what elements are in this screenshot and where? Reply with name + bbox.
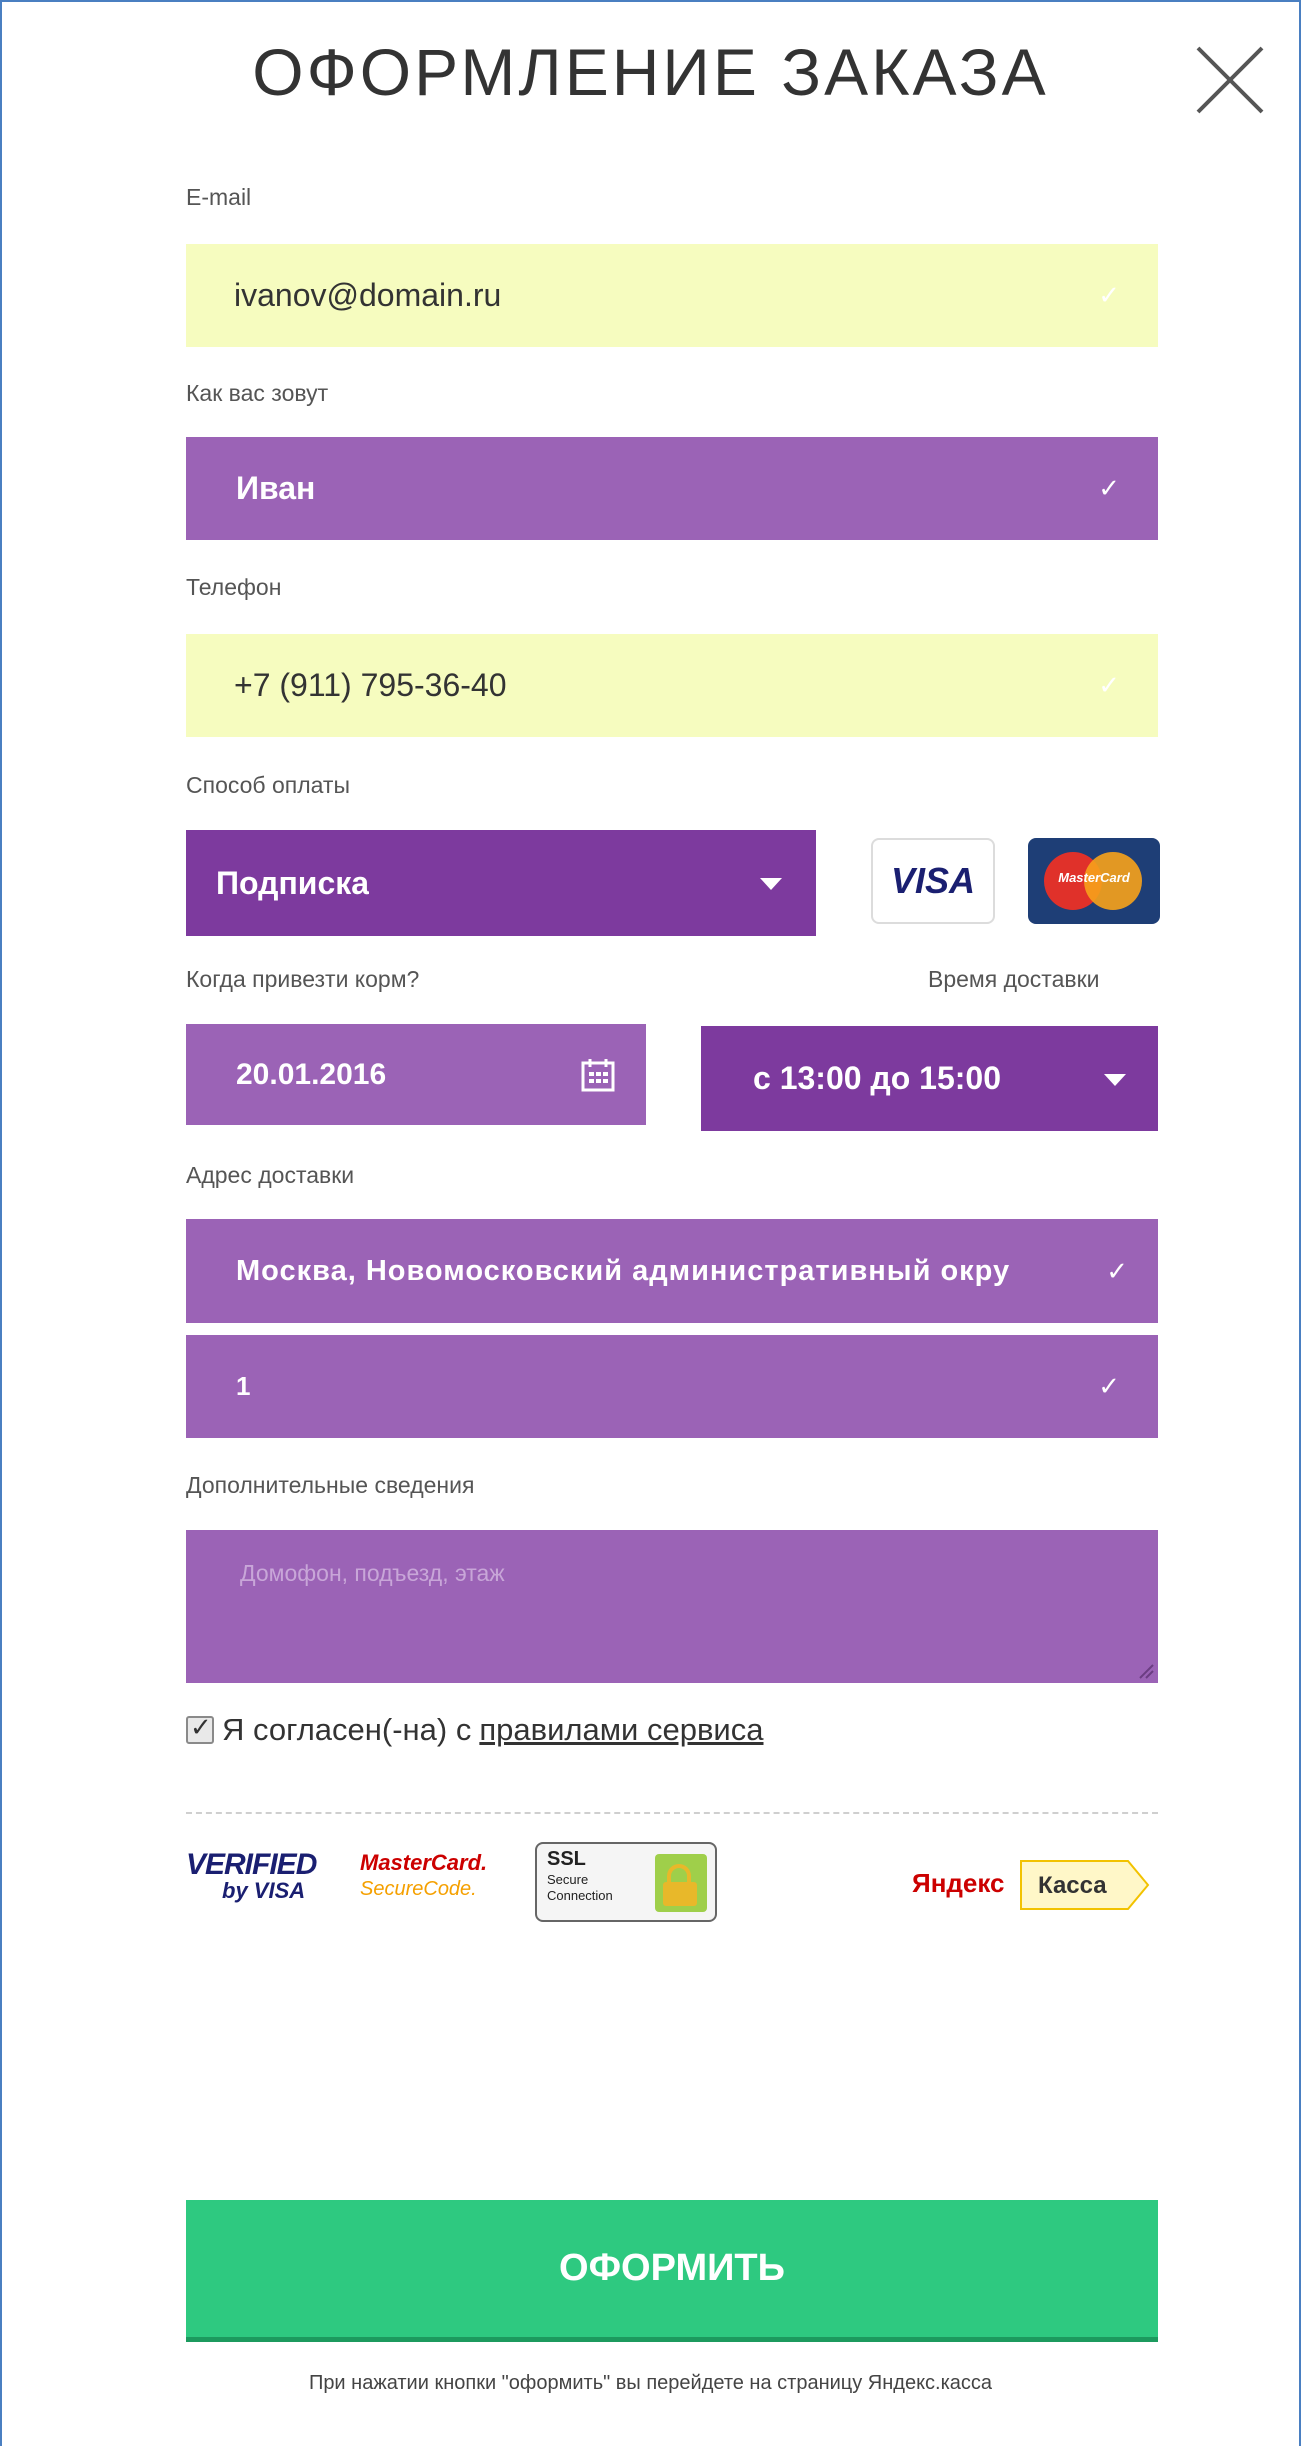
payment-label: Способ оплаты: [186, 772, 350, 798]
agreement-row: ✓ Я согласен(-на) с правилами сервиса: [186, 1712, 764, 1748]
time-select[interactable]: с 13:00 до 15:00: [701, 1026, 1158, 1131]
yandex-kassa-logo: Яндекс Касса: [912, 1858, 1152, 1912]
divider: [186, 1812, 1158, 1814]
name-field[interactable]: Иван ✓: [186, 437, 1158, 540]
mastercard-logo: MasterCard: [1028, 838, 1160, 924]
check-icon: ✓: [1098, 473, 1120, 503]
payment-value: Подписка: [216, 864, 370, 901]
payment-select[interactable]: Подписка: [186, 830, 816, 936]
submit-order-button[interactable]: ОФОРМИТЬ: [186, 2200, 1158, 2342]
verified-by-visa-logo: VERIFIED by VISA: [186, 1848, 317, 1903]
notes-placeholder: Домофон, подъезд, этаж: [240, 1560, 505, 1586]
name-value: Иван: [236, 470, 316, 506]
check-icon: ✓: [190, 1712, 212, 1742]
check-icon: ✓: [1098, 280, 1120, 310]
agreement-checkbox[interactable]: ✓: [186, 1712, 214, 1744]
modal-border-left: [0, 0, 2, 2446]
address-extra-field[interactable]: 1 ✓: [186, 1335, 1158, 1438]
chevron-down-icon: [760, 878, 782, 890]
padlock-icon: [655, 1854, 707, 1912]
name-label: Как вас зовут: [186, 380, 329, 406]
email-field[interactable]: ivanov@domain.ru ✓: [186, 244, 1158, 347]
close-icon[interactable]: [1190, 40, 1270, 120]
email-value: ivanov@domain.ru: [234, 277, 502, 313]
address-field[interactable]: Москва, Новомосковский административный …: [186, 1219, 1158, 1323]
chevron-down-icon: [1104, 1074, 1126, 1086]
check-icon: ✓: [1098, 1371, 1120, 1401]
check-icon: ✓: [1106, 1255, 1128, 1286]
visa-logo: VISA: [871, 838, 995, 924]
date-label: Когда привезти корм?: [186, 966, 420, 992]
agreement-text: Я согласен(-на) с: [222, 1712, 472, 1747]
address-extra-value: 1: [236, 1371, 251, 1401]
phone-label: Телефон: [186, 574, 282, 600]
calendar-icon[interactable]: [581, 1058, 615, 1092]
phone-value: +7 (911) 795-36-40: [234, 667, 507, 703]
resize-handle-icon[interactable]: [1136, 1661, 1154, 1679]
address-label: Адрес доставки: [186, 1162, 355, 1188]
email-label: E-mail: [186, 184, 252, 210]
mastercard-securecode-logo: MasterCard. SecureCode.: [360, 1850, 488, 1900]
time-label: Время доставки: [928, 966, 1100, 992]
check-icon: ✓: [1098, 670, 1120, 700]
notes-textarea[interactable]: Домофон, подъезд, этаж: [186, 1530, 1158, 1683]
order-modal: ОФОРМЛЕНИЕ ЗАКАЗА E-mail ivanov@domain.r…: [0, 0, 1301, 2446]
terms-link[interactable]: правилами сервиса: [479, 1712, 763, 1748]
footnote: При нажатии кнопки "оформить" вы перейде…: [308, 2372, 993, 2394]
modal-title: ОФОРМЛЕНИЕ ЗАКАЗА: [252, 35, 1049, 109]
time-value: с 13:00 до 15:00: [753, 1060, 1002, 1096]
address-value: Москва, Новомосковский административный …: [236, 1254, 1011, 1287]
ssl-secure-connection-logo: SSL Secure Connection: [535, 1842, 717, 1922]
date-field[interactable]: 20.01.2016: [186, 1024, 646, 1125]
notes-label: Дополнительные сведения: [186, 1472, 475, 1498]
modal-border-top: [0, 0, 1301, 2]
date-value: 20.01.2016: [236, 1057, 387, 1091]
phone-field[interactable]: +7 (911) 795-36-40 ✓: [186, 634, 1158, 737]
